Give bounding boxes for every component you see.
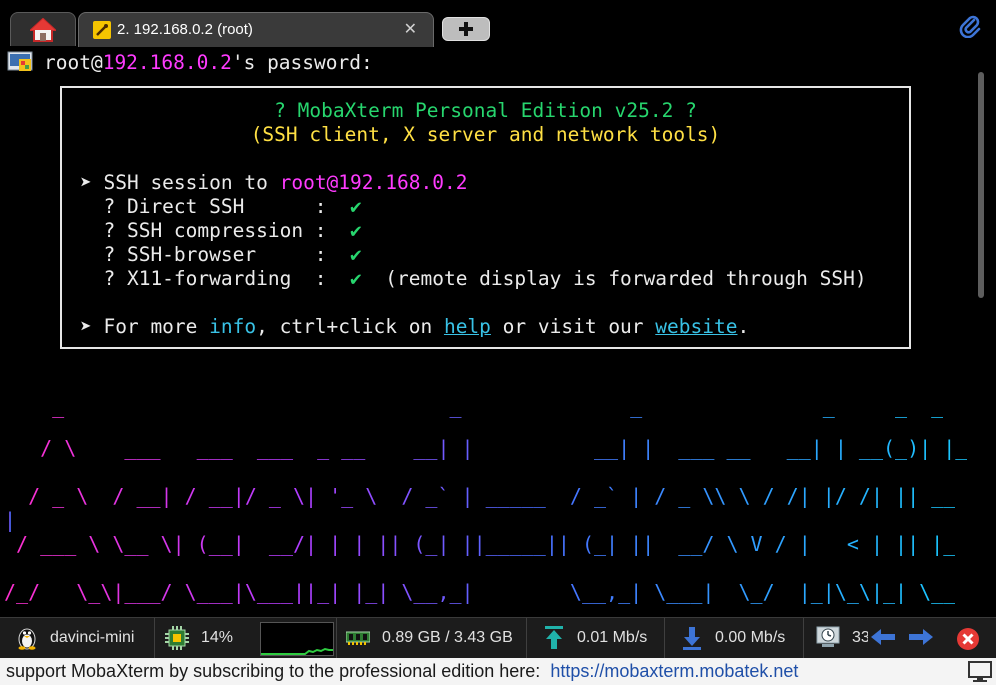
uptime-value: 33	[852, 629, 868, 646]
status-host: davinci-mini	[0, 618, 155, 658]
download-rate: 0.00 Mb/s	[715, 629, 786, 646]
welcome-banner: ? MobaXterm Personal Edition v25.2 ? (SS…	[60, 86, 911, 349]
feature-direct-ssh: ? Direct SSH : ✔	[80, 195, 362, 219]
prompt-suffix: 's password:	[231, 51, 373, 74]
session-prefix: ➤ SSH session to	[80, 171, 280, 194]
info-link[interactable]: info	[209, 315, 256, 338]
tab-close-icon[interactable]: ✕	[404, 19, 417, 39]
feature-note: (remote display is forwarded through SSH…	[361, 267, 867, 290]
promo-message: support MobaXterm by subscribing to the …	[6, 661, 551, 681]
feature-ssh-browser: ? SSH-browser : ✔	[80, 243, 362, 267]
promo-url-link[interactable]: https://mobaxterm.mobatek.net	[550, 661, 798, 681]
terminal-scrollbar[interactable]	[978, 72, 984, 298]
status-bar: davinci-mini 14% 0.89 GB / 3.43 GB 0.01 …	[0, 617, 996, 659]
prompt-user: root@	[44, 51, 103, 74]
scroll-left-arrow-icon[interactable]	[870, 626, 896, 648]
tab-bar: 2. 192.168.0.2 (root) ✕	[0, 0, 996, 48]
tab-home[interactable]	[10, 12, 76, 46]
uptime-clock-icon	[816, 626, 840, 647]
feature-label: ? Direct SSH :	[80, 195, 351, 218]
banner-subtitle: (SSH client, X server and network tools)	[250, 123, 721, 146]
feature-label: ? SSH compression :	[80, 219, 351, 242]
more-or: or visit our	[490, 315, 656, 338]
check-icon: ✔	[350, 219, 362, 242]
plus-icon	[459, 22, 473, 36]
paperclip-icon[interactable]	[958, 14, 982, 38]
terminal-session-icon	[7, 51, 33, 71]
footer-bar: support MobaXterm by subscribing to the …	[0, 658, 996, 685]
ascii-line-5: / ___ \ \__ \| (__| __/| | | || (_| ||__…	[4, 532, 956, 556]
banner-more-line: ➤ For more info, ctrl+click on help or v…	[80, 315, 749, 339]
check-icon: ✔	[350, 195, 362, 218]
memory-ram-icon	[346, 631, 370, 645]
cpu-graph-line	[261, 647, 333, 655]
more-prefix: ➤ For more	[80, 315, 210, 338]
status-uptime: 33	[804, 618, 868, 658]
status-memory: 0.89 GB / 3.43 GB	[336, 618, 527, 658]
more-end: .	[737, 315, 750, 338]
terminal[interactable]: root@192.168.0.2's password: ? MobaXterm…	[4, 48, 974, 615]
cpu-usage: 14%	[201, 629, 234, 646]
scroll-right-arrow-icon[interactable]	[908, 626, 934, 648]
ascii-line-3: / _ \ / __| / __|/ _ \| '_ \ / _` | ____…	[4, 484, 956, 508]
upload-arrow-icon	[545, 626, 563, 649]
ascii-line-4: |	[4, 508, 17, 532]
password-prompt: root@192.168.0.2's password:	[44, 51, 373, 75]
feature-ssh-compression: ? SSH compression : ✔	[80, 219, 362, 243]
feature-label: ? SSH-browser :	[80, 243, 351, 266]
session-target: root@192.168.0.2	[279, 171, 468, 194]
tab-session-label: 2. 192.168.0.2 (root)	[117, 21, 253, 38]
prompt-host: 192.168.0.2	[102, 51, 232, 74]
feature-x11-forwarding: ? X11-forwarding : ✔ (remote display is …	[80, 267, 867, 291]
cpu-graph	[260, 622, 334, 656]
ascii-line-2: / \ ___ ___ ___ _ __ __| | __| | ___ __ …	[4, 436, 968, 460]
ascii-line-1: _ _ _ _ _ _	[4, 394, 944, 418]
more-mid: , ctrl+click on	[256, 315, 444, 338]
help-link[interactable]: help	[444, 315, 491, 338]
linux-tux-icon	[18, 628, 36, 650]
status-download: 0.00 Mb/s	[665, 618, 804, 658]
cpu-chip-icon	[165, 626, 189, 650]
upload-rate: 0.01 Mb/s	[577, 629, 648, 646]
download-arrow-icon	[683, 627, 701, 650]
banner-session-line: ➤ SSH session to root@192.168.0.2	[80, 171, 467, 195]
monitor-icon[interactable]	[968, 661, 992, 683]
check-icon: ✔	[350, 243, 362, 266]
home-icon	[30, 18, 56, 42]
website-link[interactable]: website	[655, 315, 737, 338]
status-upload: 0.01 Mb/s	[527, 618, 665, 658]
host-name: davinci-mini	[50, 629, 135, 646]
feature-label: ? X11-forwarding :	[80, 267, 351, 290]
new-tab-button[interactable]	[442, 17, 490, 41]
check-icon: ✔	[350, 267, 362, 290]
banner-title: ? MobaXterm Personal Edition v25.2 ?	[274, 99, 697, 122]
promo-text: support MobaXterm by subscribing to the …	[6, 661, 798, 682]
ascii-line-6: /_/ \_\|___/ \___|\___||_| |_| \__,_| \_…	[4, 580, 956, 604]
memory-usage: 0.89 GB / 3.43 GB	[382, 629, 513, 646]
terminal-tab-icon	[93, 21, 111, 39]
tab-session[interactable]: 2. 192.168.0.2 (root) ✕	[78, 12, 434, 47]
close-session-icon[interactable]	[956, 627, 980, 651]
